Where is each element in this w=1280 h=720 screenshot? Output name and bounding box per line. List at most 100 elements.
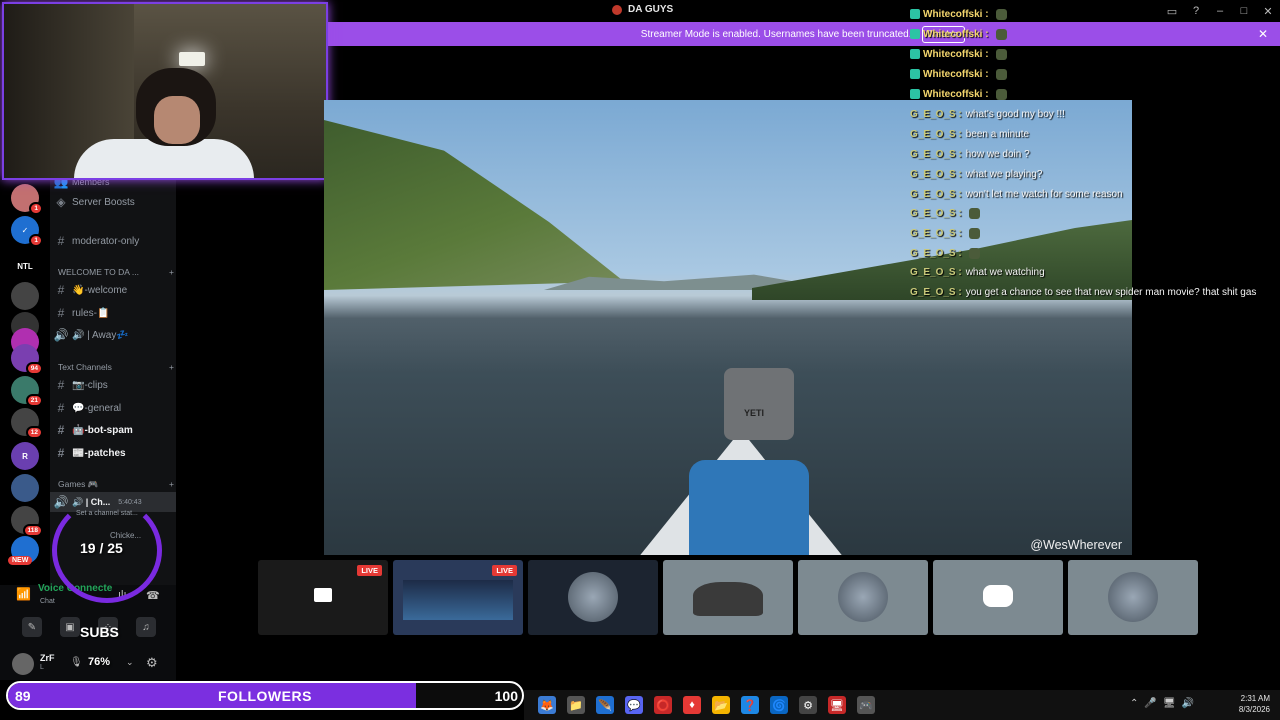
category-text-channels[interactable]: Text Channels +	[58, 362, 174, 372]
platform-badge-icon	[910, 89, 920, 99]
chat-username: Whitecoffski :	[923, 28, 989, 40]
server-icon-11[interactable]: 118	[11, 506, 43, 537]
chat-message: Whitecoffski :	[910, 4, 1007, 24]
followers-goal: 100	[494, 688, 518, 704]
chat-username: Whitecoffski :	[923, 8, 989, 20]
emote-icon	[968, 207, 980, 219]
voice-sub: Chat	[40, 598, 55, 605]
chat-username: G_E_O_S :	[910, 148, 962, 160]
server-icon-1[interactable]: ✓ 1	[11, 216, 43, 247]
webcam-overlay	[2, 2, 328, 180]
screen-share-icon[interactable]: ▣	[60, 617, 80, 637]
disconnect-icon[interactable]: ☎	[146, 589, 160, 602]
camera-icon[interactable]: ✎	[22, 617, 42, 637]
add-channel-icon[interactable]: +	[169, 362, 174, 372]
taskbar-app-icon[interactable]: 📂	[712, 696, 730, 714]
channel-welcome[interactable]: # 👋-welcome	[50, 280, 176, 300]
channel-general[interactable]: # 💬-general	[50, 398, 176, 418]
taskbar-app-icon[interactable]: 📁	[567, 696, 585, 714]
taskbar-app-icon[interactable]: 🪶	[596, 696, 614, 714]
emote-icon	[995, 8, 1007, 20]
chat-message: G_E_O_S :	[910, 243, 980, 263]
car-preview	[693, 582, 763, 616]
tray-icons[interactable]: ⌃🎤🖥🔊	[1130, 698, 1200, 709]
stream-thumbnail[interactable]	[528, 560, 658, 635]
category-welcome[interactable]: WELCOME TO DA ... +	[58, 267, 174, 277]
server-icon-3[interactable]	[11, 282, 39, 310]
chevron-down-icon[interactable]: ⌄	[126, 657, 134, 668]
chat-username: G_E_O_S :	[910, 128, 962, 140]
live-badge: LIVE	[492, 565, 517, 576]
video-kayak-seat	[689, 460, 809, 555]
chat-username: Whitecoffski :	[923, 68, 989, 80]
settings-gear-icon[interactable]: ⚙	[146, 655, 158, 671]
server-icon-2[interactable]: NTL	[11, 252, 39, 280]
stream-thumbnail[interactable]	[663, 560, 793, 635]
channel-bot-spam[interactable]: # 🤖-bot-spam	[50, 420, 176, 440]
chat-text: what we watching	[965, 266, 1045, 278]
taskbar-app-icon[interactable]: 🖥	[828, 696, 846, 714]
close-icon[interactable]: ✕	[1258, 27, 1268, 41]
server-icon-6[interactable]: 94	[11, 344, 43, 375]
discord-window: DA GUYS ▭ ? – □ ✕ Streamer Mode is enabl…	[0, 0, 1280, 720]
hash-icon: #	[57, 234, 65, 248]
followers-goal-bar: 89 FOLLOWERS 100	[6, 681, 524, 710]
server-icon-10[interactable]	[11, 474, 39, 502]
minimize-button[interactable]: –	[1208, 0, 1232, 22]
channel-patches[interactable]: # 📰-patches	[50, 443, 176, 463]
chat-text: what we playing?	[965, 168, 1043, 180]
category-games[interactable]: Games 🎮 +	[58, 479, 174, 490]
followers-progress-fill	[8, 683, 416, 708]
add-channel-icon[interactable]: +	[169, 479, 174, 490]
avatar[interactable]	[12, 653, 34, 675]
help-icon[interactable]: ?	[1184, 0, 1208, 22]
taskbar-app-icon[interactable]: ⭕	[654, 696, 672, 714]
clock[interactable]: 2:31 AM 8/3/2026	[1239, 693, 1270, 715]
mic-icon[interactable]: 🎙	[70, 657, 83, 668]
channel-clips[interactable]: # 📷-clips	[50, 375, 176, 395]
taskbar-app-icon[interactable]: 🎮	[857, 696, 875, 714]
taskbar-app-icon[interactable]: ♦	[683, 696, 701, 714]
chat-username: G_E_O_S :	[910, 266, 962, 278]
chat-message: Whitecoffski :	[910, 44, 1007, 64]
mention-badge: 21	[25, 394, 43, 407]
hash-icon: #	[57, 401, 65, 415]
chat-message: G_E_O_S : been a minute	[910, 124, 1029, 144]
mention-badge: 1	[29, 234, 43, 247]
chat-username: G_E_O_S :	[910, 188, 962, 200]
taskbar-app-icon[interactable]: 💬	[625, 696, 643, 714]
video-watermark: @WesWherever	[1030, 538, 1122, 552]
stream-thumbnail[interactable]: LIVE	[393, 560, 523, 635]
emote-icon	[995, 68, 1007, 80]
chat-message: Whitecoffski :	[910, 64, 1007, 84]
close-button[interactable]: ✕	[1256, 0, 1280, 22]
taskbar-app-icon[interactable]: 🌀	[770, 696, 788, 714]
add-channel-icon[interactable]: +	[169, 267, 174, 277]
cooler-label: YETI	[744, 408, 765, 418]
stream-thumbnail[interactable]	[933, 560, 1063, 635]
server-icon-0[interactable]: 1	[11, 184, 43, 215]
inbox-icon[interactable]: ▭	[1160, 0, 1184, 22]
game-preview	[403, 580, 513, 620]
stream-thumbnail[interactable]: LIVE	[258, 560, 388, 635]
mention-badge: 94	[25, 362, 43, 375]
taskbar-app-icon[interactable]: ❓	[741, 696, 759, 714]
taskbar-app-icon[interactable]: 🦊	[538, 696, 556, 714]
taskbar-app-icon[interactable]: ⚙	[799, 696, 817, 714]
video-hill-left	[324, 120, 624, 290]
server-icon-8[interactable]: 12	[11, 408, 43, 439]
stream-thumbnail[interactable]	[798, 560, 928, 635]
streamer-mode-banner: Streamer Mode is enabled. Usernames have…	[326, 22, 1280, 46]
signal-icon: 📶	[16, 587, 31, 601]
live-badge: LIVE	[357, 565, 382, 576]
server-icon-7[interactable]: 21	[11, 376, 43, 407]
soundboard-icon[interactable]: ♫	[136, 617, 156, 637]
channel-rules[interactable]: # rules-📋	[50, 303, 176, 323]
stream-thumbnail[interactable]	[1068, 560, 1198, 635]
server-icon-9[interactable]: R	[11, 442, 39, 470]
server-boosts-item[interactable]: ◈ Server Boosts	[50, 192, 176, 212]
voice-channel-away[interactable]: 🔊 🔊 | Away💤	[50, 325, 176, 345]
hash-icon: #	[57, 306, 65, 320]
maximize-button[interactable]: □	[1232, 0, 1256, 22]
channel-moderator-only[interactable]: # moderator-only	[50, 231, 176, 251]
